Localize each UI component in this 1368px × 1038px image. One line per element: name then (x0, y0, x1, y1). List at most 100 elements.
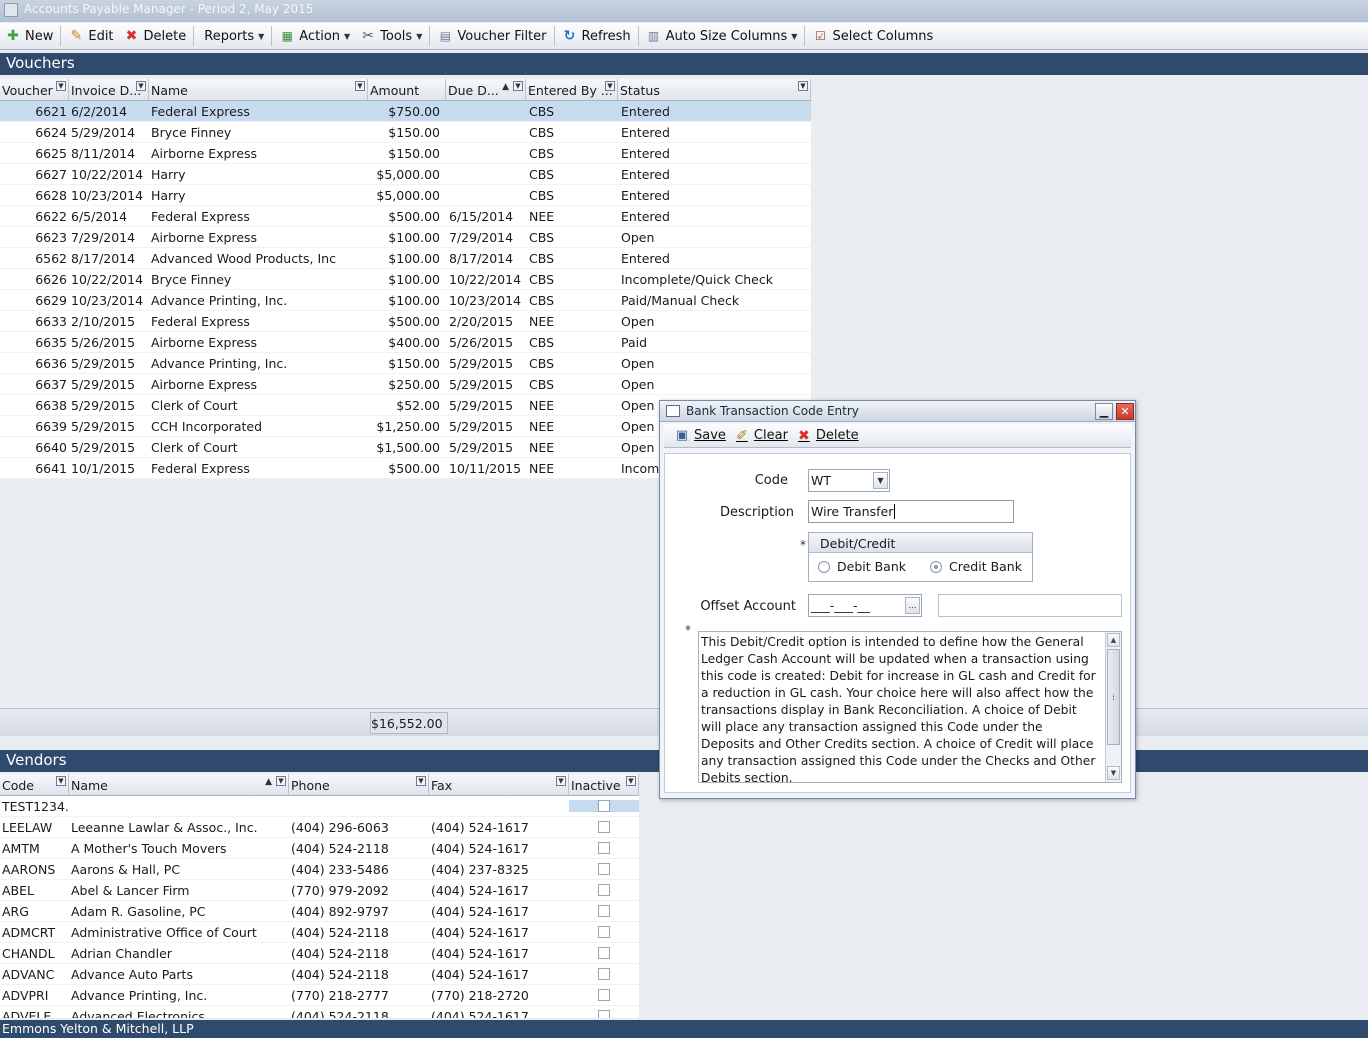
vouchers-column-header[interactable]: Entered By ... ▼ (526, 79, 618, 100)
vendor-row[interactable]: ARG Adam R. Gasoline, PC (404) 892-9797 (40… (0, 901, 639, 922)
vouchers-column-header[interactable]: Amount (368, 79, 446, 100)
voucher-row[interactable]: 6623 7/29/2014 Airborne Express $100.00 7/29… (0, 227, 811, 248)
inactive-checkbox[interactable] (598, 926, 610, 938)
debit-bank-radio[interactable] (818, 560, 830, 573)
new-button[interactable]: ✚ New (0, 25, 58, 48)
voucher-row[interactable]: 6627 10/22/2014 Harry $5,000.00 CBS Entered (0, 164, 811, 185)
vendor-row[interactable]: ABEL Abel & Lancer Firm (770) 979-2092 (404… (0, 880, 639, 901)
filter-icon[interactable]: ▼ (605, 81, 615, 91)
tools-menu[interactable]: ✂ Tools ▼ (355, 25, 427, 48)
filter-icon[interactable]: ▼ (556, 776, 566, 786)
vouchers-column-header[interactable]: Voucher ▼ (0, 79, 69, 100)
voucher-cell: NEE (529, 460, 555, 476)
vouchers-column-header[interactable]: Invoice D... ▼ (69, 79, 149, 100)
vendors-column-header[interactable]: Phone ▼ (289, 774, 429, 795)
dialog-titlebar: Bank Transaction Code Entry (660, 401, 1135, 422)
description-field[interactable]: Wire Transfer (808, 500, 1014, 523)
voucher-row[interactable]: 6562 8/17/2014 Advanced Wood Products, Inc… (0, 248, 811, 269)
filter-icon[interactable]: ▼ (416, 776, 426, 786)
filter-icon[interactable]: ▼ (56, 81, 66, 91)
delete-button[interactable]: ✖ Delete (119, 25, 192, 48)
minimize-button[interactable]: ▁ (1095, 403, 1113, 420)
reports-menu[interactable]: Reports ▼ (196, 25, 269, 48)
voucher-row[interactable]: 6621 6/2/2014 Federal Express $750.00 CBS Ent… (0, 101, 811, 122)
vendor-row[interactable]: LEELAW Leeanne Lawlar & Assoc., Inc. (404… (0, 817, 639, 838)
note-scrollbar[interactable]: ▲ ⁞ ▼ (1105, 632, 1121, 782)
inactive-checkbox[interactable] (598, 1010, 610, 1018)
voucher-cell: 2/10/2015 (71, 313, 136, 329)
inactive-checkbox[interactable] (598, 863, 610, 875)
scroll-down-icon[interactable]: ▼ (1107, 766, 1120, 780)
filter-icon[interactable]: ▼ (798, 81, 808, 91)
vendor-row[interactable]: ADVANC Advance Auto Parts (404) 524-2118 (4… (0, 964, 639, 985)
sort-ascending-icon[interactable]: ▲ (502, 82, 509, 92)
dialog-delete-button[interactable]: ✖ Delete (792, 424, 863, 447)
inactive-checkbox[interactable] (598, 842, 610, 854)
select-columns-button[interactable]: ☑ Select Columns (807, 25, 938, 48)
vendor-row[interactable]: ADVPRI Advance Printing, Inc. (770) 218-27… (0, 985, 639, 1006)
voucher-row[interactable]: 6624 5/29/2014 Bryce Finney $150.00 CBS Enter… (0, 122, 811, 143)
vendors-column-header[interactable]: Name ▼ ▲ (69, 774, 289, 795)
voucher-row[interactable]: 6622 6/5/2014 Federal Express $500.00 6/15/2… (0, 206, 811, 227)
vouchers-column-header[interactable]: Due D... ▼ ▲ (446, 79, 526, 100)
voucher-row[interactable]: 6625 8/11/2014 Airborne Express $150.00 CBS E… (0, 143, 811, 164)
vendor-row[interactable]: AMTM A Mother's Touch Movers (404) 524-211… (0, 838, 639, 859)
voucher-cell: Advance Printing, Inc. (151, 292, 288, 308)
debit-credit-note[interactable]: This Debit/Credit option is intended to … (698, 631, 1122, 785)
vouchers-column-header[interactable]: Status ▼ (618, 79, 811, 100)
filter-icon[interactable]: ▼ (56, 776, 66, 786)
edit-button[interactable]: ✎ Edit (63, 25, 118, 48)
refresh-button[interactable]: ↻ Refresh (557, 25, 636, 48)
vendors-column-header[interactable]: Inactive ▼ (569, 774, 639, 795)
vendor-row[interactable]: ADVELE Advanced Electronics (404) 524-2118… (0, 1006, 639, 1018)
vendor-row[interactable]: CHANDL Adrian Chandler (404) 524-2118 (404)… (0, 943, 639, 964)
inactive-checkbox[interactable] (598, 800, 610, 812)
filter-icon[interactable]: ▼ (136, 81, 146, 91)
credit-bank-radio[interactable] (930, 560, 942, 573)
offset-account-field[interactable]: ___-___-__ … (808, 594, 922, 617)
voucher-row[interactable]: 6626 10/22/2014 Bryce Finney $100.00 10/22/2… (0, 269, 811, 290)
scroll-up-icon[interactable]: ▲ (1107, 633, 1120, 647)
code-combo[interactable]: WT ▼ (808, 469, 890, 492)
vendors-column-header[interactable]: Fax ▼ (429, 774, 569, 795)
inactive-checkbox[interactable] (598, 989, 610, 1001)
ellipsis-icon[interactable]: … (905, 597, 920, 614)
voucher-row[interactable]: 6628 10/23/2014 Harry $5,000.00 CBS Entered (0, 185, 811, 206)
scroll-thumb[interactable]: ⁞ (1107, 649, 1120, 745)
filter-icon[interactable]: ▼ (355, 81, 365, 91)
inactive-checkbox[interactable] (598, 968, 610, 980)
vendors-column-header[interactable]: Code ▼ (0, 774, 69, 795)
credit-bank-label: Credit Bank (949, 559, 1022, 574)
column-header-label: Name (151, 83, 188, 98)
voucher-row[interactable]: 6636 5/29/2015 Advance Printing, Inc. $150.… (0, 353, 811, 374)
voucher-row[interactable]: 6629 10/23/2014 Advance Printing, Inc. $100… (0, 290, 811, 311)
inactive-checkbox[interactable] (598, 947, 610, 959)
filter-icon[interactable]: ▼ (513, 81, 523, 91)
vendor-row[interactable]: TEST1234... (0, 796, 639, 817)
voucher-row[interactable]: 6635 5/26/2015 Airborne Express $400.00 5/26… (0, 332, 811, 353)
vouchers-column-header[interactable]: Name ▼ (149, 79, 368, 100)
vendor-row[interactable]: AARONS Aarons & Hall, PC (404) 233-5486 (40… (0, 859, 639, 880)
filter-icon[interactable]: ▼ (276, 776, 286, 786)
inactive-checkbox[interactable] (598, 821, 610, 833)
voucher-cell: CBS (529, 376, 555, 392)
chevron-down-icon[interactable]: ▼ (873, 472, 888, 489)
inactive-checkbox[interactable] (598, 905, 610, 917)
dialog-save-button[interactable]: ▣ Save (670, 424, 730, 447)
filter-icon[interactable]: ▼ (626, 776, 636, 786)
close-button[interactable]: ✕ (1116, 403, 1134, 420)
voucher-cell: 10/22/2014 (71, 166, 144, 182)
voucher-filter-button[interactable]: ▤ Voucher Filter (432, 25, 551, 48)
voucher-row[interactable]: 6637 5/29/2015 Airborne Express $250.00 5/29… (0, 374, 811, 395)
inactive-checkbox[interactable] (598, 884, 610, 896)
auto-size-columns-menu[interactable]: ▥ Auto Size Columns ▼ (641, 25, 803, 48)
sort-ascending-icon[interactable]: ▲ (265, 777, 272, 787)
checklist-icon: ☑ (815, 29, 826, 43)
action-menu[interactable]: ▦ Action ▼ (274, 25, 355, 48)
voucher-cell: 6562 (35, 250, 67, 266)
vendor-row[interactable]: ADMCRT Administrative Office of Court (404… (0, 922, 639, 943)
voucher-row[interactable]: 6633 2/10/2015 Federal Express $500.00 2/20/… (0, 311, 811, 332)
voucher-cell: CBS (529, 355, 555, 371)
vendor-cell: ARG (2, 903, 29, 919)
dialog-clear-button[interactable]: ✐ Clear (730, 424, 792, 447)
